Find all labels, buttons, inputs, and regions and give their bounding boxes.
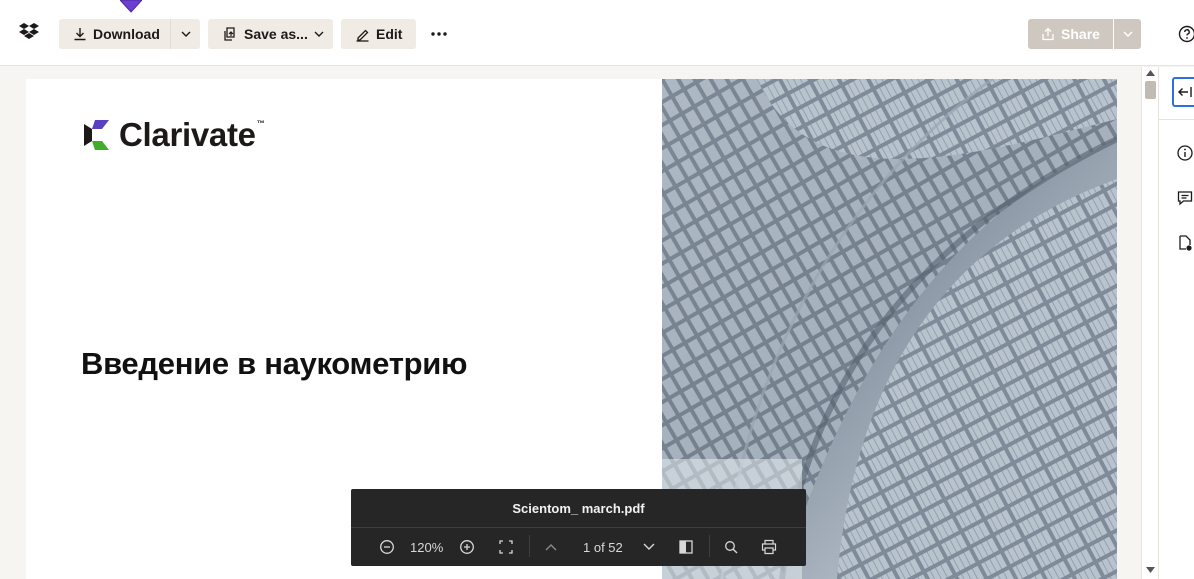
pdf-control-bar: Scientom_ march.pdf 120% 1 of 52: [351, 489, 806, 566]
pdf-file-name: Scientom_ march.pdf: [512, 501, 645, 516]
clarivate-mark-icon: [84, 120, 109, 150]
scroll-up-arrow-icon[interactable]: [1146, 70, 1155, 76]
more-options-button[interactable]: [426, 19, 452, 49]
chevron-down-icon: [314, 31, 324, 37]
search-button[interactable]: [723, 539, 739, 555]
help-icon[interactable]: [1178, 25, 1194, 43]
comment-icon[interactable]: [1176, 189, 1194, 207]
clarivate-logo: Clarivate ™: [79, 115, 265, 155]
download-icon: [73, 27, 87, 41]
chevron-up-icon: [545, 544, 557, 551]
control-separator: [529, 535, 530, 557]
share-label: Share: [1061, 26, 1100, 42]
dropbox-logo-icon[interactable]: [18, 23, 40, 43]
brand-name: Clarivate: [119, 116, 256, 153]
download-options-button[interactable]: [170, 19, 200, 49]
zoom-level: 120%: [410, 540, 444, 555]
share-button[interactable]: Share: [1028, 19, 1113, 49]
chevron-down-icon: [181, 31, 190, 37]
chevron-down-icon: [643, 543, 655, 550]
trademark-symbol: ™: [256, 118, 265, 128]
sidebar-toggle-button[interactable]: [678, 539, 694, 555]
document-title: Введение в наукометрию: [81, 346, 468, 381]
save-as-icon: [222, 26, 238, 42]
fullscreen-icon: [499, 540, 513, 554]
file-activity-icon[interactable]: [1176, 234, 1194, 252]
collapse-arrow-icon: [1178, 87, 1192, 97]
share-icon: [1042, 27, 1054, 41]
previous-page-button[interactable]: [543, 539, 559, 555]
next-page-button[interactable]: [641, 539, 657, 555]
search-icon: [725, 541, 738, 554]
edit-label: Edit: [376, 26, 403, 42]
info-icon[interactable]: [1176, 144, 1194, 162]
zoom-out-button[interactable]: [379, 539, 395, 555]
control-separator: [709, 535, 710, 557]
sidebar-toggle-icon: [679, 540, 693, 554]
pdf-bar-divider: [351, 527, 806, 528]
pointer-cursor-icon: [120, 0, 142, 13]
scrollbar-thumb[interactable]: [1145, 81, 1156, 99]
top-toolbar: Download Save as... Edit Share: [0, 0, 1194, 66]
download-label: Download: [93, 26, 160, 42]
fullscreen-button[interactable]: [498, 539, 514, 555]
zoom-in-icon: [460, 540, 474, 554]
print-icon: [761, 539, 777, 555]
pencil-icon: [355, 27, 370, 42]
more-icon: [431, 32, 447, 36]
scroll-down-arrow-icon[interactable]: [1146, 567, 1155, 573]
right-side-rail: [1158, 67, 1194, 579]
download-button[interactable]: Download: [59, 19, 170, 49]
chevron-down-icon: [1123, 31, 1132, 37]
save-as-label: Save as...: [244, 26, 308, 42]
print-button[interactable]: [761, 539, 777, 555]
rail-divider: [1159, 119, 1194, 120]
edit-button[interactable]: Edit: [341, 19, 416, 49]
document-scrollbar[interactable]: [1141, 67, 1158, 579]
zoom-in-button[interactable]: [459, 539, 475, 555]
share-options-button[interactable]: [1114, 19, 1141, 49]
collapse-panel-button[interactable]: [1172, 77, 1194, 107]
zoom-out-icon: [380, 540, 394, 554]
save-as-button[interactable]: Save as...: [208, 19, 333, 49]
page-indicator: 1 of 52: [583, 540, 623, 555]
